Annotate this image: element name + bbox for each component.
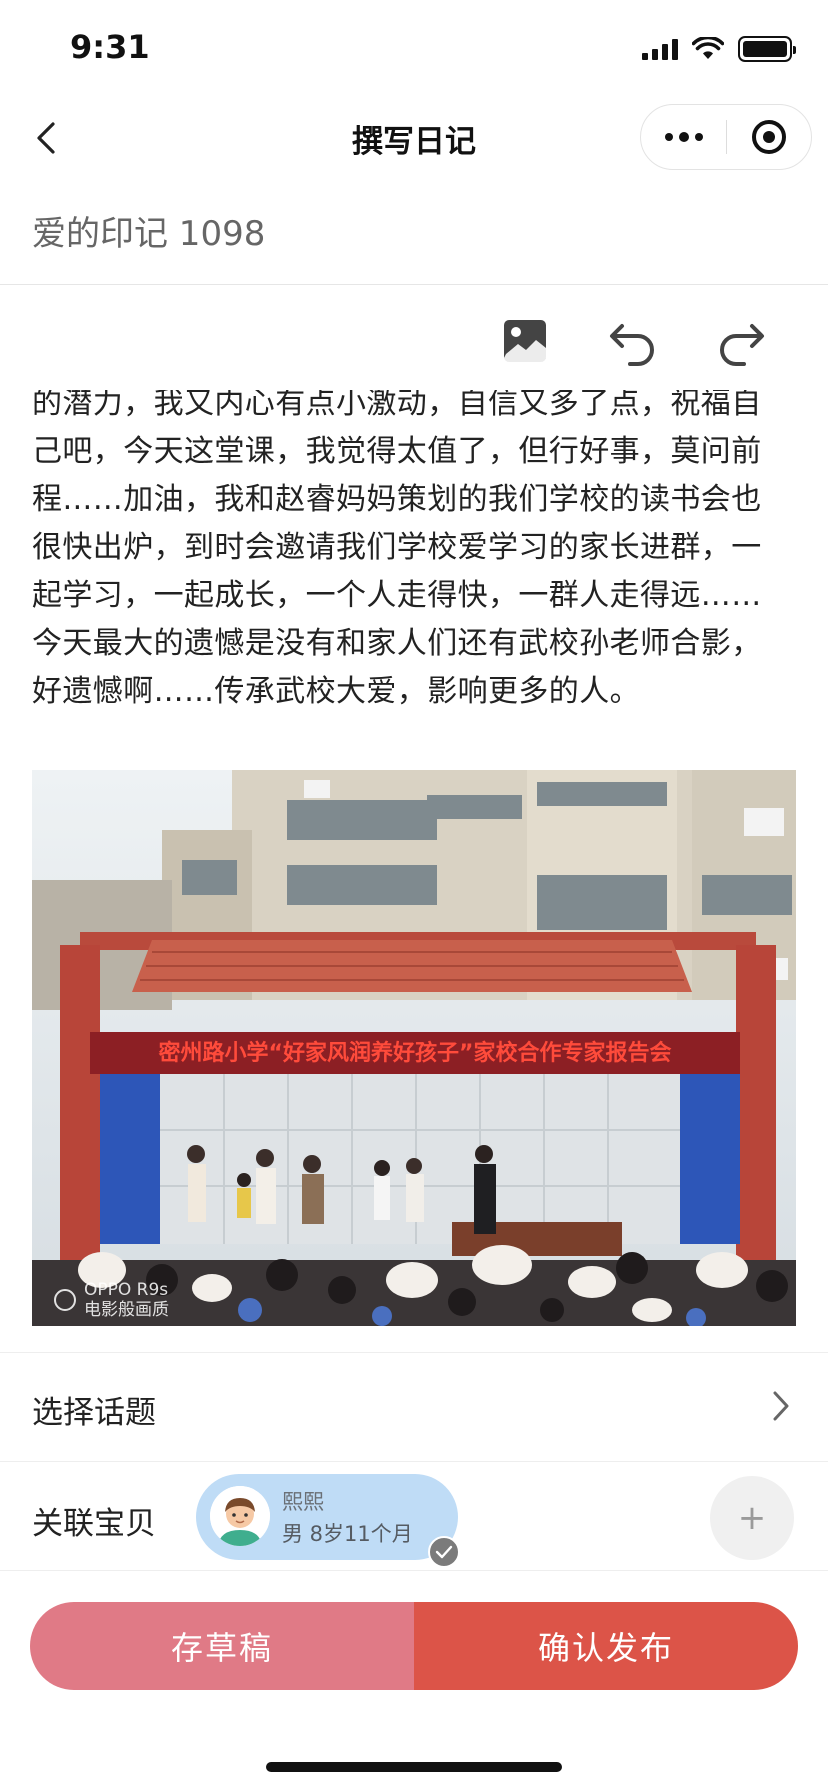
save-draft-button[interactable]: 存草稿 (30, 1602, 414, 1690)
divider (0, 1570, 828, 1571)
more-dots-icon (664, 133, 673, 141)
action-bar: 存草稿 确认发布 (30, 1602, 798, 1690)
banner-text: 密州路小学“好家风润养好孩子”家校合作专家报告会 (159, 1040, 672, 1066)
status-bar: 9:31 (0, 0, 828, 100)
avatar (210, 1486, 270, 1546)
divider (0, 284, 828, 285)
diary-title-input[interactable]: 爱的印记 1098 (32, 206, 265, 255)
nav-bar: 撰写日记 (0, 100, 828, 176)
more-button[interactable] (641, 104, 726, 170)
add-baby-button[interactable]: + (710, 1476, 794, 1560)
image-icon (504, 320, 546, 362)
publish-button[interactable]: 确认发布 (414, 1602, 798, 1690)
chevron-right-icon (773, 1391, 789, 1421)
watermark-line-2: 电影般画质 (84, 1300, 169, 1320)
undo-button[interactable] (608, 318, 658, 370)
school-event-photo: 密州路小学“好家风润养好孩子”家校合作专家报告会 (32, 770, 796, 1326)
home-indicator (266, 1762, 562, 1772)
status-time: 9:31 (70, 28, 150, 66)
wifi-icon (692, 37, 724, 59)
target-icon (751, 120, 786, 154)
select-topic-label: 选择话题 (32, 1395, 156, 1431)
linked-baby-row: 关联宝贝 熙熙 男 8岁11个月 + (0, 1462, 828, 1570)
insert-image-button[interactable] (502, 318, 548, 370)
signal-icon (642, 38, 678, 60)
select-topic-row[interactable]: 选择话题 (0, 1353, 828, 1461)
close-mini-program-button[interactable] (727, 104, 811, 170)
diary-content-text: 的潜力，我又内心有点小激动，自信又多了点，祝福自己吧，今天这堂课，我觉得太值了，… (32, 390, 762, 709)
diary-photo[interactable]: 密州路小学“好家风润养好孩子”家校合作专家报告会 OPPO R9s 电影般画质 (32, 770, 796, 1326)
baby-chip[interactable]: 熙熙 男 8岁11个月 (196, 1474, 460, 1568)
mini-program-capsule (640, 104, 812, 170)
redo-icon (720, 324, 764, 366)
camera-logo-icon (54, 1289, 76, 1311)
status-icons (642, 36, 796, 62)
battery-icon (738, 36, 796, 62)
photo-watermark: OPPO R9s 电影般画质 (54, 1280, 169, 1320)
baby-info: 男 8岁11个月 (282, 1522, 413, 1546)
boy-avatar-icon (210, 1486, 270, 1546)
baby-name: 熙熙 (282, 1490, 324, 1514)
undo-icon (610, 324, 654, 366)
diary-content-editor[interactable]: 的潜力，我又内心有点小激动，自信又多了点，祝福自己吧，今天这堂课，我觉得太值了，… (32, 390, 782, 768)
linked-baby-label: 关联宝贝 (32, 1506, 156, 1542)
check-icon (428, 1536, 460, 1568)
redo-button[interactable] (716, 318, 766, 370)
watermark-line-1: OPPO R9s (84, 1280, 169, 1300)
